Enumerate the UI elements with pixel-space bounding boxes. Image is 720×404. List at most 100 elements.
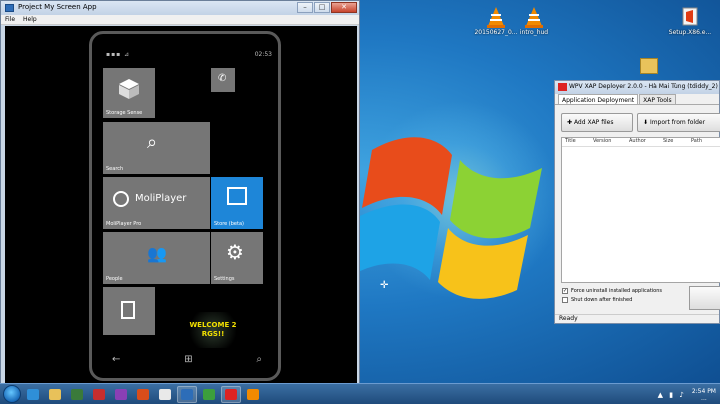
desktop-icon-setup[interactable]: Setup.X86.e... — [660, 6, 720, 36]
tile-people[interactable]: 👥 People — [103, 232, 210, 284]
tile-storage-sense[interactable]: Storage Sense — [103, 68, 155, 118]
options: ✓ Force uninstall installed applications… — [562, 286, 662, 304]
menu-help[interactable]: Help — [23, 16, 37, 23]
taskbar-xap[interactable] — [221, 385, 241, 403]
mouse-cursor-icon: ✛ — [380, 280, 389, 291]
tile-document[interactable] — [103, 287, 155, 335]
taskbar-app-7[interactable] — [155, 386, 175, 403]
app-icon — [93, 388, 105, 400]
taskbar-app-4[interactable] — [89, 386, 109, 403]
add-xap-button[interactable]: ✚ Add XAP files — [561, 113, 633, 132]
document-icon — [121, 301, 135, 319]
folder-icon — [49, 388, 61, 400]
taskbar-app-11[interactable] — [243, 386, 263, 403]
tile-moliplayer[interactable]: MoliPlayer MoliPlayer Pro — [103, 177, 210, 229]
download-icon: ⬇ — [643, 119, 650, 126]
clock-time: 2:54 PM — [691, 387, 716, 395]
app-icon — [115, 388, 127, 400]
media-icon — [71, 388, 83, 400]
tab-strip: Application Deployment XAP Tools — [555, 94, 719, 105]
folder-icon[interactable] — [640, 58, 658, 74]
phone-clock: 02:53 — [254, 51, 272, 58]
force-uninstall-checkbox[interactable]: ✓ — [562, 287, 568, 294]
clock-date: ... — [701, 394, 707, 402]
toolbar: ✚ Add XAP files ⬇ Import from folder — [561, 113, 720, 133]
deploy-button[interactable] — [689, 286, 720, 310]
taskbar-explorer[interactable] — [45, 386, 65, 403]
start-button[interactable] — [3, 385, 21, 403]
import-folder-button[interactable]: ⬇ Import from folder — [637, 113, 720, 132]
vlc-icon — [523, 6, 545, 28]
clock[interactable]: 2:54 PM ... — [692, 388, 716, 402]
tab-application-deployment[interactable]: Application Deployment — [558, 94, 639, 104]
tray-icons[interactable]: ▲ ▮ ♪ — [658, 391, 686, 399]
vlc-icon — [247, 388, 259, 400]
app-icon — [159, 388, 171, 400]
status-bar: Ready — [555, 314, 719, 323]
phone-icon: ✆ — [218, 73, 227, 84]
projection-canvas: ▪▪▪ ⊿ 02:53 Storage Sense ✆ ⌕ Search Mol… — [5, 26, 357, 386]
taskbar-pms[interactable] — [177, 385, 197, 403]
moliplayer-logo-icon — [113, 191, 129, 207]
title-bar[interactable]: Project My Screen App – □ ✕ — [1, 1, 359, 15]
column-version[interactable]: Version — [590, 138, 626, 146]
desktop-icon-video-2[interactable]: intro_hud — [504, 6, 564, 36]
xap-deployer-window: WPV XAP Deployer 2.0.0 - Hà Mai Tùng (td… — [554, 80, 720, 324]
signal-icon: ▪▪▪ ⊿ — [106, 51, 131, 58]
app-icon — [137, 388, 149, 400]
close-button[interactable]: ✕ — [331, 2, 357, 13]
project-my-screen-window: Project My Screen App – □ ✕ File Help ▪▪… — [0, 0, 360, 388]
storage-icon — [119, 79, 139, 99]
plus-icon: ✚ — [567, 119, 574, 126]
ie-icon — [27, 388, 39, 400]
phone-status-bar: ▪▪▪ ⊿ 02:53 — [104, 51, 274, 59]
xap-app-icon — [558, 83, 567, 91]
menu-bar: File Help — [1, 15, 359, 25]
phone-frame: ▪▪▪ ⊿ 02:53 Storage Sense ✆ ⌕ Search Mol… — [89, 31, 281, 381]
windows-logo-wallpaper — [352, 137, 542, 299]
tile-settings[interactable]: ⚙ Settings — [211, 232, 263, 284]
welcome-tile[interactable]: WELCOME 2 RGS!! — [187, 312, 239, 348]
project-screen-icon — [181, 388, 193, 400]
xap-app-icon — [225, 388, 237, 400]
windows-start-icon[interactable]: ⊞ — [184, 354, 192, 368]
office-setup-icon — [679, 6, 701, 28]
tab-xap-tools[interactable]: XAP Tools — [639, 94, 676, 104]
tile-phone[interactable]: ✆ — [211, 68, 235, 92]
desktop-icon-label: Setup.X86.e... — [668, 29, 712, 36]
column-author[interactable]: Author — [626, 138, 660, 146]
window-title: WPV XAP Deployer 2.0.0 - Hà Mai Tùng (td… — [569, 83, 718, 90]
taskbar-app-6[interactable] — [133, 386, 153, 403]
shutdown-checkbox[interactable] — [562, 296, 568, 303]
people-icon: 👥 — [147, 244, 167, 263]
taskbar-app-9[interactable] — [199, 386, 219, 403]
gear-icon: ⚙ — [226, 240, 244, 264]
phone-nav-bar: ← ⊞ ⌕ — [112, 354, 262, 368]
store-bag-icon — [227, 187, 247, 205]
column-path[interactable]: Path — [688, 138, 718, 146]
taskbar-media[interactable] — [67, 386, 87, 403]
taskbar-app-5[interactable] — [111, 386, 131, 403]
shutdown-option[interactable]: Shut down after finished — [562, 295, 662, 304]
app-icon — [5, 4, 14, 12]
back-icon[interactable]: ← — [112, 354, 120, 368]
welcome-line-1: WELCOME 2 — [189, 321, 237, 329]
column-title[interactable]: Title — [562, 138, 590, 146]
window-title: Project My Screen App — [18, 3, 97, 11]
welcome-line-2: RGS!! — [201, 330, 225, 338]
xap-file-list[interactable]: Title Version Author Size Path — [561, 137, 720, 283]
desktop-icon-label: intro_hud — [519, 29, 549, 36]
maximize-button[interactable]: □ — [314, 2, 330, 13]
minimize-button[interactable]: – — [297, 2, 313, 13]
tile-store[interactable]: Store (beta) — [211, 177, 263, 229]
tile-search[interactable]: ⌕ Search — [103, 122, 210, 174]
force-uninstall-option[interactable]: ✓ Force uninstall installed applications — [562, 286, 662, 295]
system-tray: ▲ ▮ ♪ 2:54 PM ... — [658, 384, 716, 404]
taskbar-ie[interactable] — [23, 386, 43, 403]
search-nav-icon[interactable]: ⌕ — [256, 354, 262, 368]
column-size[interactable]: Size — [660, 138, 688, 146]
menu-file[interactable]: File — [5, 16, 15, 23]
app-icon — [203, 388, 215, 400]
moliplayer-logo-text: MoliPlayer — [135, 193, 187, 204]
title-bar[interactable]: WPV XAP Deployer 2.0.0 - Hà Mai Tùng (td… — [555, 81, 719, 94]
